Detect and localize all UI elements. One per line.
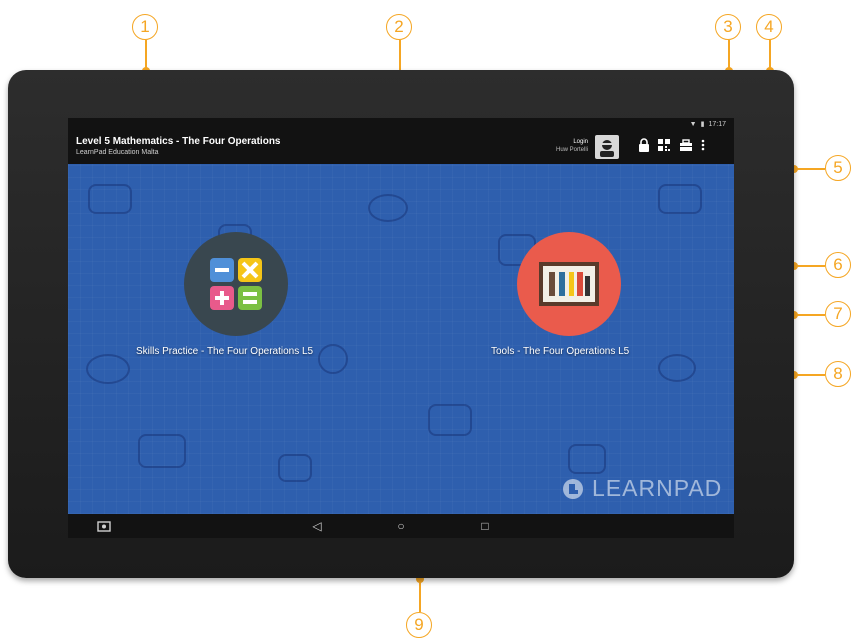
leader-line-5 bbox=[796, 168, 825, 170]
leader-line-4 bbox=[769, 40, 771, 68]
app-bar: ▼ ▮ 17:17 Level 5 Mathematics - The Four… bbox=[68, 118, 734, 164]
doodle-ball bbox=[658, 354, 696, 382]
learnpad-logo-icon bbox=[563, 478, 583, 499]
user-icon bbox=[600, 140, 614, 157]
qr-code-icon[interactable] bbox=[658, 138, 670, 152]
doodle-calendar bbox=[428, 404, 472, 436]
tools-app-label[interactable]: Tools - The Four Operations L5 bbox=[491, 346, 629, 357]
login-label: Login bbox=[573, 139, 588, 145]
overflow-menu-icon[interactable] bbox=[700, 138, 706, 152]
lock-icon[interactable] bbox=[638, 138, 650, 152]
back-button[interactable]: ◁ bbox=[309, 518, 325, 534]
skills-practice-app-label[interactable]: Skills Practice - The Four Operations L5 bbox=[136, 346, 313, 357]
tablet-screen: ▼ ▮ 17:17 Level 5 Mathematics - The Four… bbox=[68, 118, 734, 538]
avatar[interactable] bbox=[595, 135, 619, 159]
leader-line-6 bbox=[796, 265, 825, 267]
battery-icon: ▮ bbox=[700, 121, 705, 128]
camera-icon bbox=[97, 521, 111, 532]
callout-5: 5 bbox=[825, 155, 851, 181]
tools-app-icon[interactable] bbox=[517, 232, 621, 336]
wallpaper: Skills Practice - The Four Operations L5… bbox=[68, 164, 734, 514]
doodle-laptop bbox=[138, 434, 186, 468]
skills-practice-app-icon[interactable] bbox=[184, 232, 288, 336]
leader-line-9 bbox=[419, 582, 421, 612]
callout-2: 2 bbox=[386, 14, 412, 40]
doodle-sign bbox=[278, 454, 312, 482]
leader-line-7 bbox=[796, 314, 825, 316]
toolbox-icon[interactable] bbox=[680, 138, 692, 152]
leader-line-3 bbox=[728, 40, 730, 68]
status-time: 17:17 bbox=[708, 120, 726, 128]
doodle-tablet bbox=[88, 184, 132, 214]
leader-line-1 bbox=[145, 40, 147, 68]
callout-9: 9 bbox=[406, 612, 432, 638]
wifi-icon: ▼ bbox=[689, 120, 697, 128]
doodle-globe bbox=[318, 344, 348, 374]
doodle-computer bbox=[658, 184, 702, 214]
callout-8: 8 bbox=[825, 361, 851, 387]
doodle-palette bbox=[368, 194, 408, 222]
callout-7: 7 bbox=[825, 301, 851, 327]
callout-1: 1 bbox=[132, 14, 158, 40]
page-title: Level 5 Mathematics - The Four Operation… bbox=[76, 136, 281, 147]
recents-button[interactable]: □ bbox=[477, 518, 493, 534]
leader-line-8 bbox=[796, 374, 825, 376]
login-button[interactable]: Login Huw Portelli bbox=[538, 138, 588, 154]
screenshot-button[interactable] bbox=[96, 518, 112, 534]
home-button[interactable]: ○ bbox=[393, 518, 409, 534]
callout-3: 3 bbox=[715, 14, 741, 40]
doodle-football bbox=[86, 354, 130, 384]
status-bar: ▼ ▮ 17:17 bbox=[689, 120, 726, 129]
watermark-text: LEARNPAD bbox=[592, 475, 723, 501]
system-nav-bar: ◁ ○ □ bbox=[68, 514, 734, 538]
learnpad-watermark: LEARNPAD bbox=[562, 475, 722, 502]
callout-6: 6 bbox=[825, 252, 851, 278]
user-name: Huw Portelli bbox=[555, 147, 588, 153]
page-subtitle: LearnPad Education Malta bbox=[76, 149, 159, 156]
callout-4: 4 bbox=[756, 14, 782, 40]
art-tools-icon bbox=[539, 262, 599, 306]
math-operations-icon bbox=[210, 258, 262, 310]
doodle-speech bbox=[568, 444, 606, 474]
